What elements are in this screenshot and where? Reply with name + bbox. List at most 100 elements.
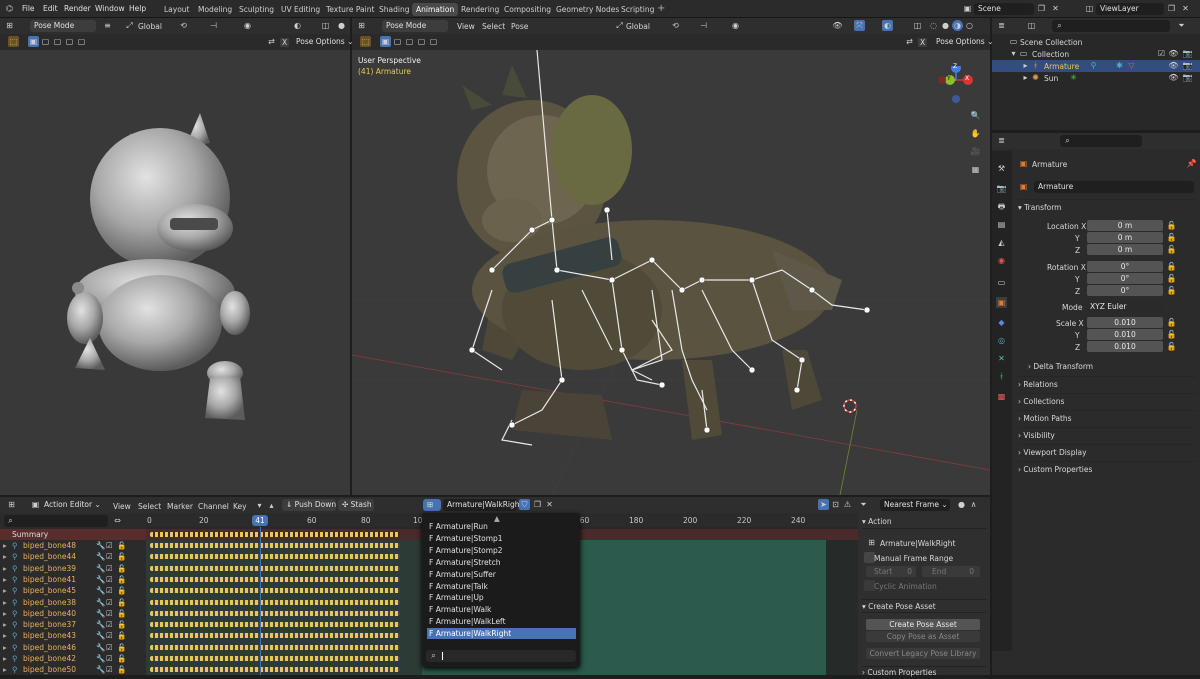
properties-search-input[interactable]: ⌕ xyxy=(1060,135,1142,147)
dropdown-action-item[interactable]: F Armature|Run xyxy=(427,521,576,532)
outliner-item-armature[interactable]: ▸ ᚼ Armature ⚲ ✱ ▽ 👁 📷 xyxy=(992,60,1200,72)
wireframe-icon[interactable]: ◌ xyxy=(928,20,939,31)
track-lock-icon[interactable]: 🔓 xyxy=(117,608,126,619)
xray-icon[interactable]: ◫ xyxy=(320,20,331,31)
track-row[interactable]: ▸ ⚲ biped_bone38 🔧 ☑ 🔓 xyxy=(0,597,146,608)
summary-keyframes[interactable] xyxy=(150,532,400,537)
track-row[interactable]: ▸ ⚲ biped_bone42 🔧 ☑ 🔓 xyxy=(0,653,146,664)
track-lock-icon[interactable]: 🔓 xyxy=(117,551,126,562)
track-expand-icon[interactable]: ▸ xyxy=(3,664,7,675)
main-select-box-icon[interactable]: ▣ xyxy=(380,36,391,47)
track-lock-icon[interactable]: 🔓 xyxy=(117,642,126,653)
main-mode-dropdown[interactable]: Pose Mode xyxy=(382,20,448,32)
outliner-scene-collection[interactable]: ▭ Scene Collection xyxy=(992,36,1200,48)
sun-camera-icon[interactable]: 📷 xyxy=(1182,72,1193,83)
sun-eye-icon[interactable]: 👁 xyxy=(1168,72,1179,83)
copy-layer-icon[interactable]: ❐ xyxy=(1166,3,1177,14)
ae-menu-channel[interactable]: Channel xyxy=(198,502,229,511)
scale-x-field[interactable]: 0.010 xyxy=(1087,317,1163,328)
modifiers-tab-icon[interactable]: ◆ xyxy=(996,317,1007,328)
properties-editor-icon[interactable]: ≣ xyxy=(996,135,1007,146)
dropdown-action-item[interactable]: F Armature|Suffer xyxy=(427,569,576,580)
main-viewport[interactable]: ⊞ Pose Mode View Select Pose ⤢ Global ⟲ … xyxy=(352,18,993,495)
create-pose-asset-button[interactable]: Create Pose Asset xyxy=(866,619,980,630)
editor-mode-dropdown[interactable]: Action Editor ⌄ xyxy=(40,499,102,511)
editor-type-icon[interactable]: ⊞ xyxy=(4,20,15,31)
close-icon[interactable]: ✕ xyxy=(1050,3,1061,14)
delta-transform-section[interactable]: › Delta Transform xyxy=(1028,359,1196,374)
transform-section-header[interactable]: ▾ Transform xyxy=(1018,199,1196,214)
rotation-x-lock-icon[interactable]: 🔓 xyxy=(1166,261,1177,272)
track-lock-icon[interactable]: 🔓 xyxy=(117,664,126,675)
grid-view-icon[interactable]: ▦ xyxy=(970,164,981,175)
track-lock-icon[interactable]: 🔓 xyxy=(117,585,126,596)
tab-uv-editing[interactable]: UV Editing xyxy=(277,3,324,16)
track-wrench-icon[interactable]: 🔧 xyxy=(96,574,105,585)
pivot-icon[interactable]: ⟲ xyxy=(178,20,189,31)
track-wrench-icon[interactable]: 🔧 xyxy=(96,585,105,596)
track-wrench-icon[interactable]: 🔧 xyxy=(96,630,105,641)
tab-sculpting[interactable]: Sculpting xyxy=(235,3,278,16)
render-tab-icon[interactable]: 📷 xyxy=(996,183,1007,194)
collection-eye-icon[interactable]: 👁 xyxy=(1168,48,1179,59)
action-name-field[interactable]: Armature|WalkRight xyxy=(443,499,522,511)
overlay-icon[interactable]: ◐ xyxy=(292,20,303,31)
object-name-field[interactable]: Armature xyxy=(1034,181,1194,193)
track-wrench-icon[interactable]: 🔧 xyxy=(96,619,105,630)
ae-filter-icon[interactable]: ⏷ xyxy=(858,499,869,510)
track-wrench-icon[interactable]: 🔧 xyxy=(96,653,105,664)
zoom-icon[interactable]: 🔍 xyxy=(970,110,981,121)
track-row[interactable]: ▸ ⚲ biped_bone39 🔧 ☑ 🔓 xyxy=(0,563,146,574)
overlay-toggle-icon[interactable]: ◐ xyxy=(882,20,893,31)
select-tool-icon[interactable]: ⬚ xyxy=(8,36,19,47)
location-x-lock-icon[interactable]: 🔓 xyxy=(1166,220,1177,231)
left-viewport[interactable]: ⊞ Pose Mode ≡ ⤢ Global ⟲ ⊣ ◉ ◐ ◫ ● ⬚ ▣ ▢… xyxy=(0,18,353,495)
convert-legacy-button[interactable]: Convert Legacy Pose Library xyxy=(866,648,980,659)
location-z-lock-icon[interactable]: 🔓 xyxy=(1166,244,1177,255)
rendered-icon[interactable]: ○ xyxy=(964,20,975,31)
visibility-section[interactable]: › Visibility xyxy=(1018,427,1196,442)
left-x-label[interactable]: X xyxy=(280,38,290,47)
layer-up-icon[interactable]: ▴ xyxy=(266,500,277,511)
left-orientation-label[interactable]: Global xyxy=(138,22,162,31)
new-action-icon[interactable]: ❐ xyxy=(532,499,543,510)
main-select-extend-icon[interactable]: ▢ xyxy=(392,36,403,47)
location-z-field[interactable]: 0 m xyxy=(1087,244,1163,255)
collection-camera-icon[interactable]: 📷 xyxy=(1182,48,1193,59)
only-selected-icon[interactable]: ⊡ xyxy=(830,499,841,510)
view-layer-selector[interactable]: ViewLayer xyxy=(1096,3,1164,15)
physics-tab-icon[interactable]: ◎ xyxy=(996,335,1007,346)
add-workspace-button[interactable]: + xyxy=(657,3,665,14)
track-checkbox-icon[interactable]: ☑ xyxy=(106,563,113,574)
track-lock-icon[interactable]: 🔓 xyxy=(117,619,126,630)
track-checkbox-icon[interactable]: ☑ xyxy=(106,574,113,585)
ae-menu-key[interactable]: Key xyxy=(233,502,247,511)
scale-y-lock-icon[interactable]: 🔓 xyxy=(1166,329,1177,340)
outliner-filter-icon[interactable]: ⏷ xyxy=(1176,20,1187,31)
track-wrench-icon[interactable]: 🔧 xyxy=(96,540,105,551)
blender-logo-icon[interactable]: ⌬ xyxy=(4,3,15,14)
track-expand-icon[interactable]: ▸ xyxy=(3,585,7,596)
gizmo-toggle-icon[interactable]: ⤧ xyxy=(854,20,865,31)
track-keyframes[interactable] xyxy=(150,656,400,661)
dropdown-search-field[interactable]: ⌕ xyxy=(426,650,576,662)
track-keyframes[interactable] xyxy=(150,565,400,571)
relations-section[interactable]: › Relations xyxy=(1018,376,1196,391)
rotation-z-lock-icon[interactable]: 🔓 xyxy=(1166,285,1177,296)
track-wrench-icon[interactable]: 🔧 xyxy=(96,563,105,574)
motion-paths-section[interactable]: › Motion Paths xyxy=(1018,410,1196,425)
tab-geometry-nodes[interactable]: Geometry Nodes xyxy=(552,3,623,16)
track-checkbox-icon[interactable]: ☑ xyxy=(106,664,113,675)
track-wrench-icon[interactable]: 🔧 xyxy=(96,664,105,675)
channel-search-input[interactable]: ⌕ xyxy=(4,515,108,527)
track-row[interactable]: ▸ ⚲ biped_bone44 🔧 ☑ 🔓 xyxy=(0,551,146,562)
collection-tab-icon[interactable]: ▭ xyxy=(996,277,1007,288)
track-row[interactable]: ▸ ⚲ biped_bone40 🔧 ☑ 🔓 xyxy=(0,608,146,619)
scale-y-field[interactable]: 0.010 xyxy=(1087,329,1163,340)
lion-statue-model[interactable] xyxy=(457,65,842,440)
select-box-icon[interactable]: ▣ xyxy=(28,36,39,47)
view-layer-tab-icon[interactable]: ▤ xyxy=(996,219,1007,230)
scale-z-lock-icon[interactable]: 🔓 xyxy=(1166,341,1177,352)
main-select-tool-icon[interactable]: ⬚ xyxy=(360,36,371,47)
action-panel-header[interactable]: ▾ Action xyxy=(862,515,986,529)
